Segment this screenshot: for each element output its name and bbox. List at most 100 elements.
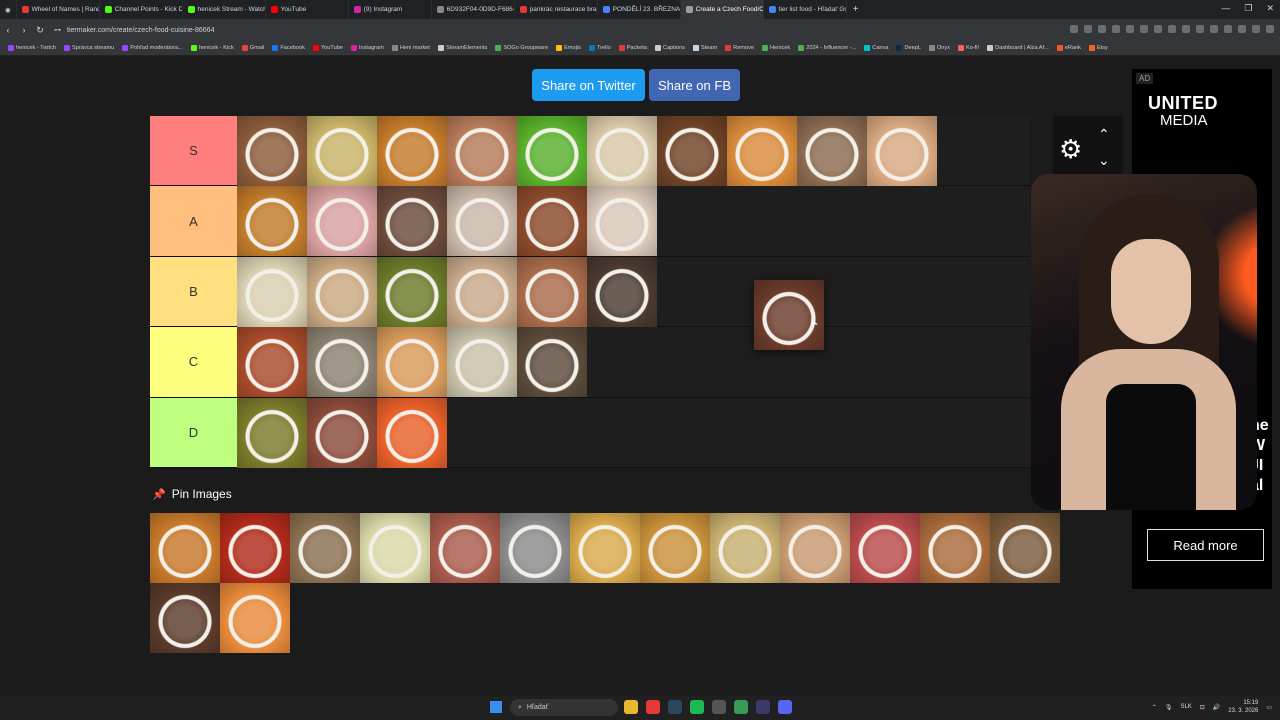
tier-label[interactable]: A (150, 186, 237, 256)
pin-food-item[interactable] (990, 513, 1060, 583)
microphone-icon[interactable]: 🎙 (1165, 704, 1173, 711)
food-item[interactable] (517, 186, 587, 257)
food-item[interactable] (657, 116, 727, 186)
pin-food-item[interactable] (150, 583, 220, 653)
food-item[interactable] (517, 256, 587, 327)
food-item[interactable] (307, 116, 377, 186)
pin-food-item[interactable] (780, 513, 850, 583)
extension-icon[interactable] (1238, 25, 1246, 33)
pin-food-item[interactable] (500, 513, 570, 583)
bookmark-item[interactable]: Facebook (268, 45, 309, 51)
extension-icon[interactable] (1140, 25, 1148, 33)
food-item[interactable] (377, 327, 447, 398)
bookmark-item[interactable]: Gmail (238, 45, 269, 51)
start-icon[interactable] (490, 701, 502, 713)
food-item[interactable] (377, 256, 447, 327)
bookmark-item[interactable]: DeepL (892, 45, 924, 51)
tier-label[interactable]: S (150, 116, 237, 186)
food-item[interactable] (237, 186, 307, 257)
extension-icon[interactable] (1098, 25, 1106, 33)
food-item[interactable] (237, 116, 307, 186)
bookmark-item[interactable]: Henicek (758, 45, 794, 51)
food-item[interactable] (447, 256, 517, 327)
bookmark-item[interactable]: Onyx (925, 45, 954, 51)
file-explorer-icon[interactable] (624, 700, 638, 714)
dragged-food-item[interactable] (754, 280, 824, 350)
chevron-down-icon[interactable]: ⌄ (1098, 152, 1110, 169)
extension-icon[interactable] (1224, 25, 1232, 33)
language-indicator[interactable]: SLK (1180, 704, 1191, 710)
clock[interactable]: 15:19 23. 3. 2026 (1228, 699, 1258, 715)
food-item[interactable] (307, 186, 377, 257)
pin-food-item[interactable] (290, 513, 360, 583)
extension-icon[interactable] (1126, 25, 1134, 33)
pin-food-item[interactable] (220, 513, 290, 583)
extension-icon[interactable] (1210, 25, 1218, 33)
food-item[interactable] (307, 397, 377, 468)
pin-food-item[interactable] (430, 513, 500, 583)
browser-tab[interactable]: YouTube (266, 0, 349, 19)
extension-icon[interactable] (1070, 25, 1078, 33)
bookmark-item[interactable]: henicek - Kick (187, 45, 238, 51)
share-fb-button[interactable]: Share on FB (649, 69, 740, 101)
pin-food-item[interactable] (150, 513, 220, 583)
bookmark-item[interactable]: Instagram (347, 45, 388, 51)
tier-label[interactable]: D (150, 397, 237, 467)
extension-icon[interactable] (1084, 25, 1092, 33)
bookmark-item[interactable]: henicek - Twitch (4, 45, 60, 51)
food-item[interactable] (867, 116, 937, 186)
bookmark-item[interactable]: SOGo Groupware (491, 45, 552, 51)
browser-tab[interactable]: PONDĚLÍ 23. BŘEZNA (598, 0, 681, 19)
steam-icon[interactable] (668, 700, 682, 714)
browser-tab[interactable]: Wheel of Names | Rando (17, 0, 100, 19)
food-item[interactable] (307, 256, 377, 327)
volume-icon[interactable]: 🔊 (1213, 704, 1220, 711)
food-item[interactable] (237, 327, 307, 398)
network-icon[interactable]: ⊡ (1200, 704, 1205, 711)
extension-icon[interactable] (1182, 25, 1190, 33)
taskbar-search[interactable]: ⌕ Hľadať (510, 699, 618, 716)
tier-label[interactable]: B (150, 256, 237, 327)
bookmark-item[interactable]: Pohľad moderátora... (118, 45, 187, 51)
restore-icon[interactable]: ❐ (1244, 3, 1252, 14)
discord-icon[interactable] (778, 700, 792, 714)
extension-icon[interactable] (1266, 25, 1274, 33)
food-item[interactable] (447, 327, 517, 398)
bookmark-item[interactable]: Canva (860, 45, 892, 51)
food-item[interactable] (587, 186, 657, 257)
app-icon[interactable] (756, 700, 770, 714)
bookmark-item[interactable]: Captions (651, 45, 689, 51)
share-twitter-button[interactable]: Share on Twitter (532, 69, 645, 101)
site-info-icon[interactable]: ⊶ (54, 26, 61, 34)
tier-label[interactable]: C (150, 327, 237, 397)
food-item[interactable] (377, 186, 447, 257)
app-icon[interactable] (712, 700, 726, 714)
browser-tab[interactable]: 6D932F04-0D9D-F686-2E (432, 0, 515, 19)
food-item[interactable] (587, 256, 657, 327)
extension-icon[interactable] (1252, 25, 1260, 33)
bookmark-item[interactable]: Trello (585, 45, 615, 51)
pin-food-item[interactable] (220, 583, 290, 653)
extension-icon[interactable] (1154, 25, 1162, 33)
extension-icon[interactable] (1112, 25, 1120, 33)
browser-tab[interactable]: Channel Points - Kick Do (100, 0, 183, 19)
pin-food-item[interactable] (850, 513, 920, 583)
bookmark-item[interactable]: Remove (721, 45, 758, 51)
food-item[interactable] (447, 186, 517, 257)
food-item[interactable] (517, 327, 587, 398)
browser-tab[interactable]: tier list food - Hľadať Goo (764, 0, 847, 19)
extension-icon[interactable] (1196, 25, 1204, 33)
food-item[interactable] (307, 327, 377, 398)
notifications-icon[interactable]: ▭ (1266, 704, 1272, 711)
chevron-up-icon[interactable]: ⌃ (1098, 126, 1110, 143)
pin-food-item[interactable] (360, 513, 430, 583)
new-tab-button[interactable]: + (847, 4, 865, 15)
bookmark-item[interactable]: Packeta (615, 45, 651, 51)
gear-icon[interactable]: ⚙ (1059, 134, 1082, 165)
browser-tab[interactable]: Create a Czech Food/Cuisi (680, 0, 764, 19)
tray-chevron-icon[interactable]: ⌃ (1152, 704, 1157, 711)
minimize-icon[interactable]: — (1221, 3, 1230, 14)
food-item[interactable] (727, 116, 797, 186)
close-icon[interactable]: ✕ (1266, 3, 1274, 14)
opera-icon[interactable] (646, 700, 660, 714)
